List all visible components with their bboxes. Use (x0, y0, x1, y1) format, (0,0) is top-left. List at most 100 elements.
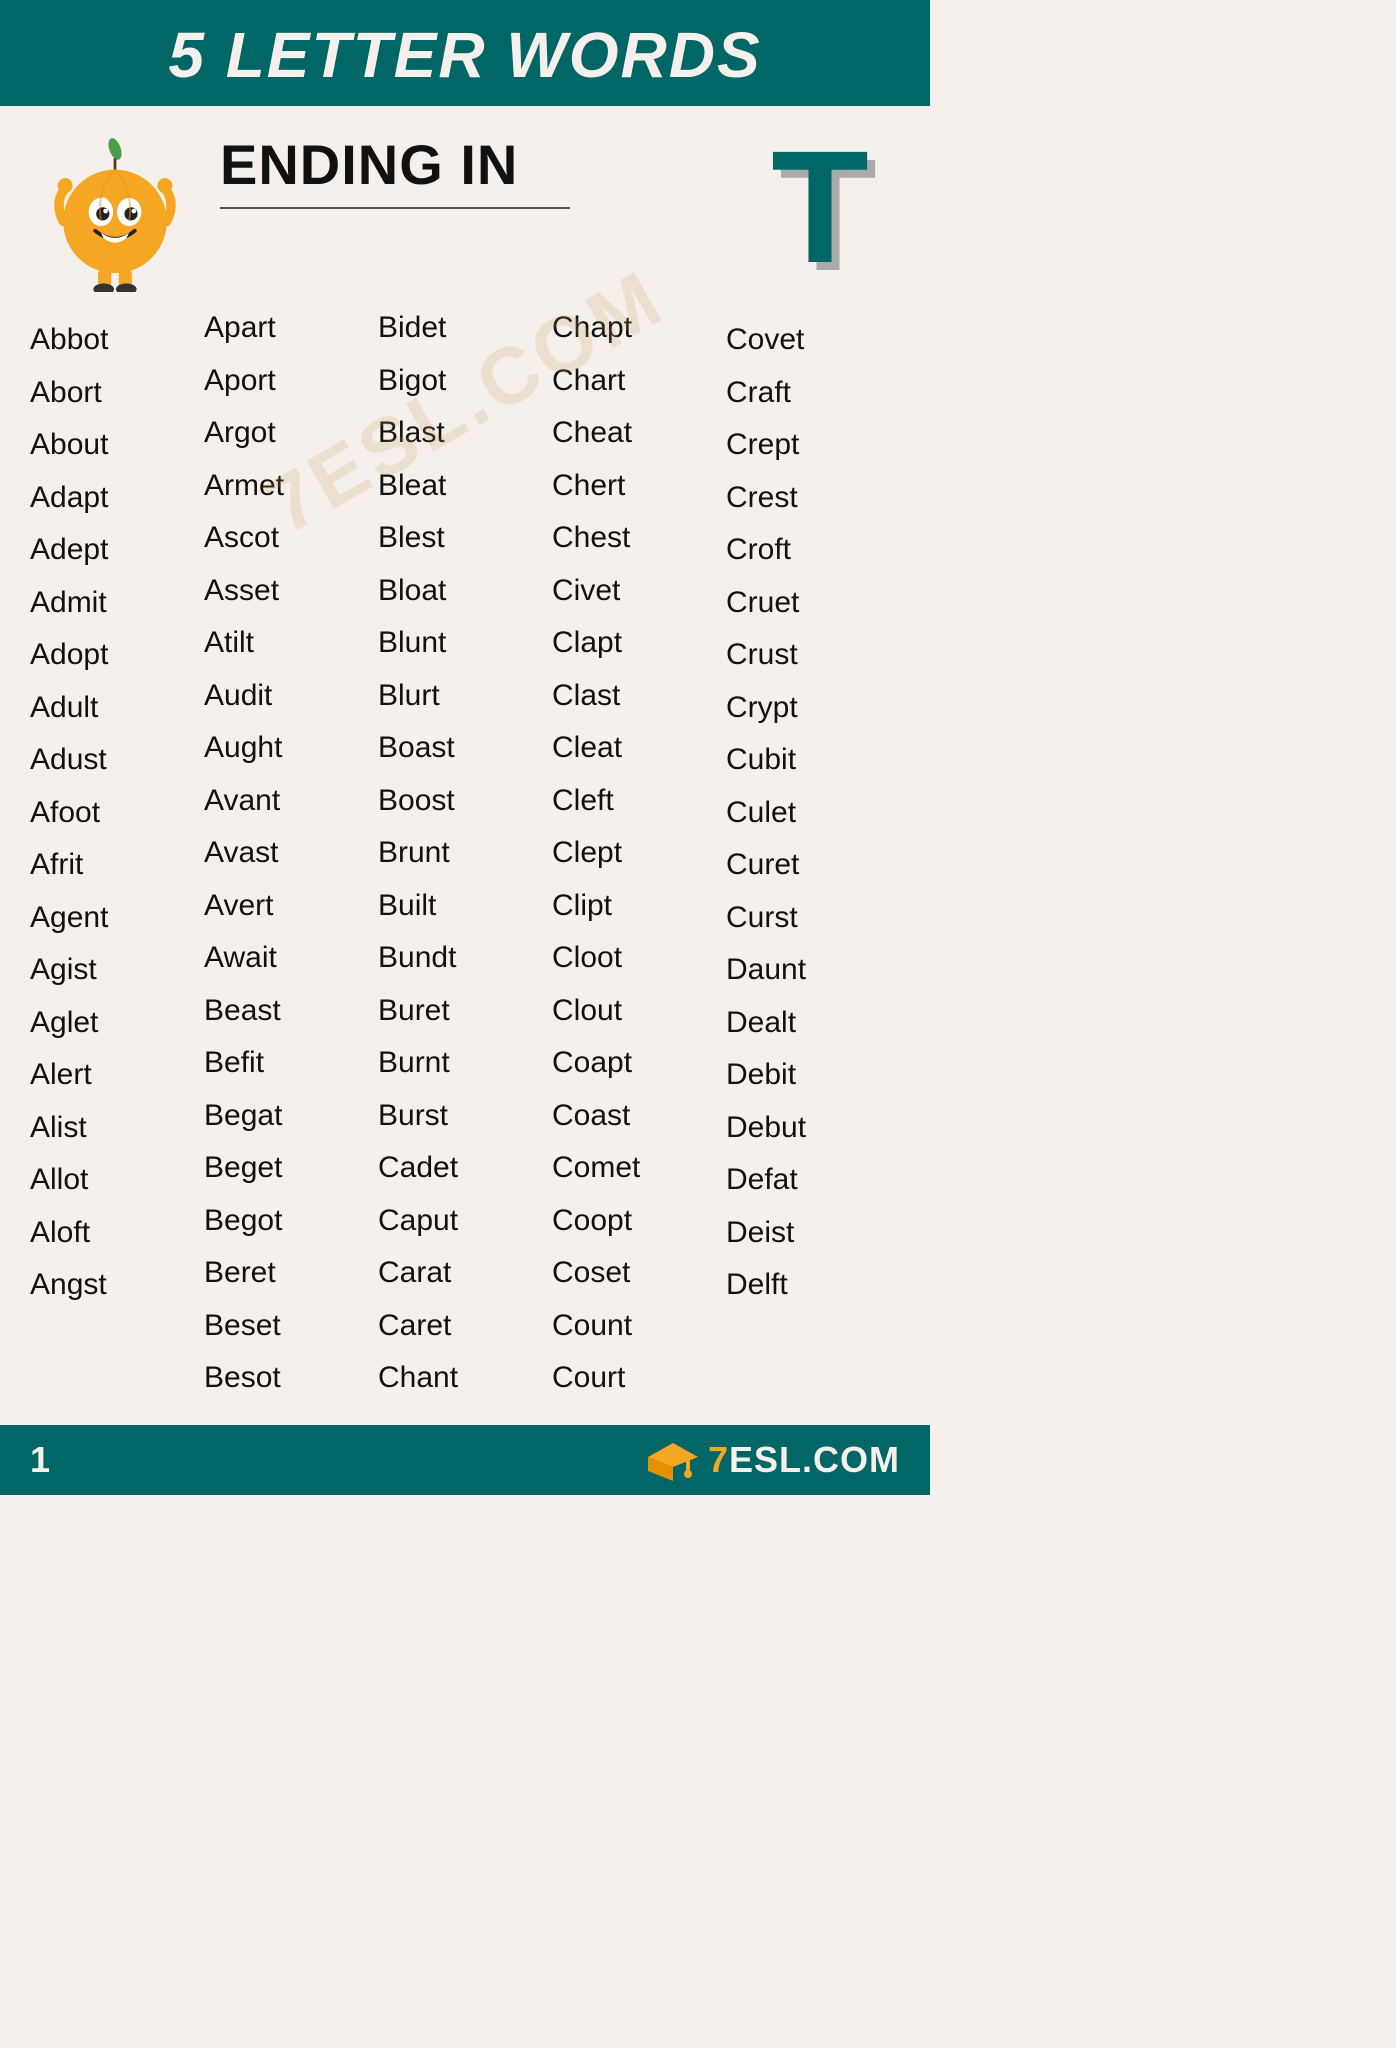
word-item: Caret (378, 1300, 552, 1353)
word-item: Chert (552, 460, 726, 513)
word-item: Blest (378, 512, 552, 565)
word-column-4: ChaptChartCheatChertChestCivetClaptClast… (552, 302, 726, 1405)
word-item: Beret (204, 1247, 378, 1300)
word-item: Aglet (30, 997, 204, 1050)
word-item: Apart (204, 302, 378, 355)
word-item: Cleft (552, 775, 726, 828)
word-item: Cubit (726, 734, 900, 787)
word-item: Abort (30, 367, 204, 420)
word-item: Alist (30, 1102, 204, 1155)
word-item: Bidet (378, 302, 552, 355)
word-item: Crust (726, 629, 900, 682)
word-item: Avert (204, 880, 378, 933)
word-item: Coopt (552, 1195, 726, 1248)
top-section: ENDING IN T (30, 122, 900, 292)
word-item: Agist (30, 944, 204, 997)
main-title: 5 LETTER WORDS (24, 18, 906, 92)
word-item: Adopt (30, 629, 204, 682)
word-item: Civet (552, 565, 726, 618)
word-item: Burst (378, 1090, 552, 1143)
mascot-area (30, 122, 200, 292)
word-item: Curst (726, 892, 900, 945)
word-item: Curet (726, 839, 900, 892)
word-item: Buret (378, 985, 552, 1038)
word-item: Clout (552, 985, 726, 1038)
word-item: Deist (726, 1207, 900, 1260)
word-item: Adust (30, 734, 204, 787)
word-item: Beast (204, 985, 378, 1038)
word-item: Burnt (378, 1037, 552, 1090)
word-item: Adult (30, 682, 204, 735)
word-item: Crest (726, 472, 900, 525)
word-item: Clapt (552, 617, 726, 670)
word-item: Delft (726, 1259, 900, 1312)
word-item: Allot (30, 1154, 204, 1207)
word-item: Aught (204, 722, 378, 775)
word-item: Craft (726, 367, 900, 420)
word-item: Beset (204, 1300, 378, 1353)
word-item: Beget (204, 1142, 378, 1195)
word-item: Boost (378, 775, 552, 828)
logo-hat-icon (648, 1439, 698, 1481)
word-item: Cleat (552, 722, 726, 775)
word-item: Armet (204, 460, 378, 513)
word-item: Cadet (378, 1142, 552, 1195)
word-item: Adapt (30, 472, 204, 525)
logo-number: 7 (708, 1439, 729, 1480)
word-item: Crypt (726, 682, 900, 735)
word-item: Avant (204, 775, 378, 828)
page-header: 5 LETTER WORDS (0, 0, 930, 106)
word-item: Caput (378, 1195, 552, 1248)
divider-line (220, 207, 570, 209)
word-item: Chest (552, 512, 726, 565)
word-item: Aloft (30, 1207, 204, 1260)
word-column-5: CovetCraftCreptCrestCroftCruetCrustCrypt… (726, 302, 900, 1405)
word-item: Chart (552, 355, 726, 408)
words-section: AbbotAbortAboutAdaptAdeptAdmitAdoptAdult… (30, 302, 900, 1405)
word-item: Boast (378, 722, 552, 775)
word-item: Cruet (726, 577, 900, 630)
word-item: Blast (378, 407, 552, 460)
word-item: Afrit (30, 839, 204, 892)
ending-in-area: ENDING IN (200, 122, 740, 209)
word-item: Clipt (552, 880, 726, 933)
page-number: 1 (30, 1439, 50, 1481)
word-item: Debit (726, 1049, 900, 1102)
word-item: Blurt (378, 670, 552, 723)
big-t-area: T (740, 122, 900, 287)
word-item: Defat (726, 1154, 900, 1207)
word-item: Daunt (726, 944, 900, 997)
word-item: Atilt (204, 617, 378, 670)
word-item: Dealt (726, 997, 900, 1050)
logo-text: 7ESL.COM (708, 1439, 900, 1481)
word-item: Coset (552, 1247, 726, 1300)
word-item: Adept (30, 524, 204, 577)
word-item: Covet (726, 314, 900, 367)
word-item: Admit (30, 577, 204, 630)
word-item: Culet (726, 787, 900, 840)
word-item: Begot (204, 1195, 378, 1248)
word-item: Audit (204, 670, 378, 723)
word-column-1: AbbotAbortAboutAdaptAdeptAdmitAdoptAdult… (30, 302, 204, 1405)
word-item: Ascot (204, 512, 378, 565)
word-item: Chant (378, 1352, 552, 1405)
word-item: Bigot (378, 355, 552, 408)
word-item: Built (378, 880, 552, 933)
word-item: Asset (204, 565, 378, 618)
logo-area: 7ESL.COM (648, 1439, 900, 1481)
word-item: Bleat (378, 460, 552, 513)
word-item: Chapt (552, 302, 726, 355)
word-column-3: BidetBigotBlastBleatBlestBloatBluntBlurt… (378, 302, 552, 1405)
word-item: Clept (552, 827, 726, 880)
word-column-2: ApartAportArgotArmetAscotAssetAtiltAudit… (204, 302, 378, 1405)
word-item: Besot (204, 1352, 378, 1405)
word-item: Argot (204, 407, 378, 460)
big-t-letter: T (771, 127, 869, 287)
word-item: Count (552, 1300, 726, 1353)
word-item: Debut (726, 1102, 900, 1155)
content-area: 7ESL.COM (0, 106, 930, 1405)
word-item: Croft (726, 524, 900, 577)
word-item: Bloat (378, 565, 552, 618)
word-item: Comet (552, 1142, 726, 1195)
word-item: Agent (30, 892, 204, 945)
